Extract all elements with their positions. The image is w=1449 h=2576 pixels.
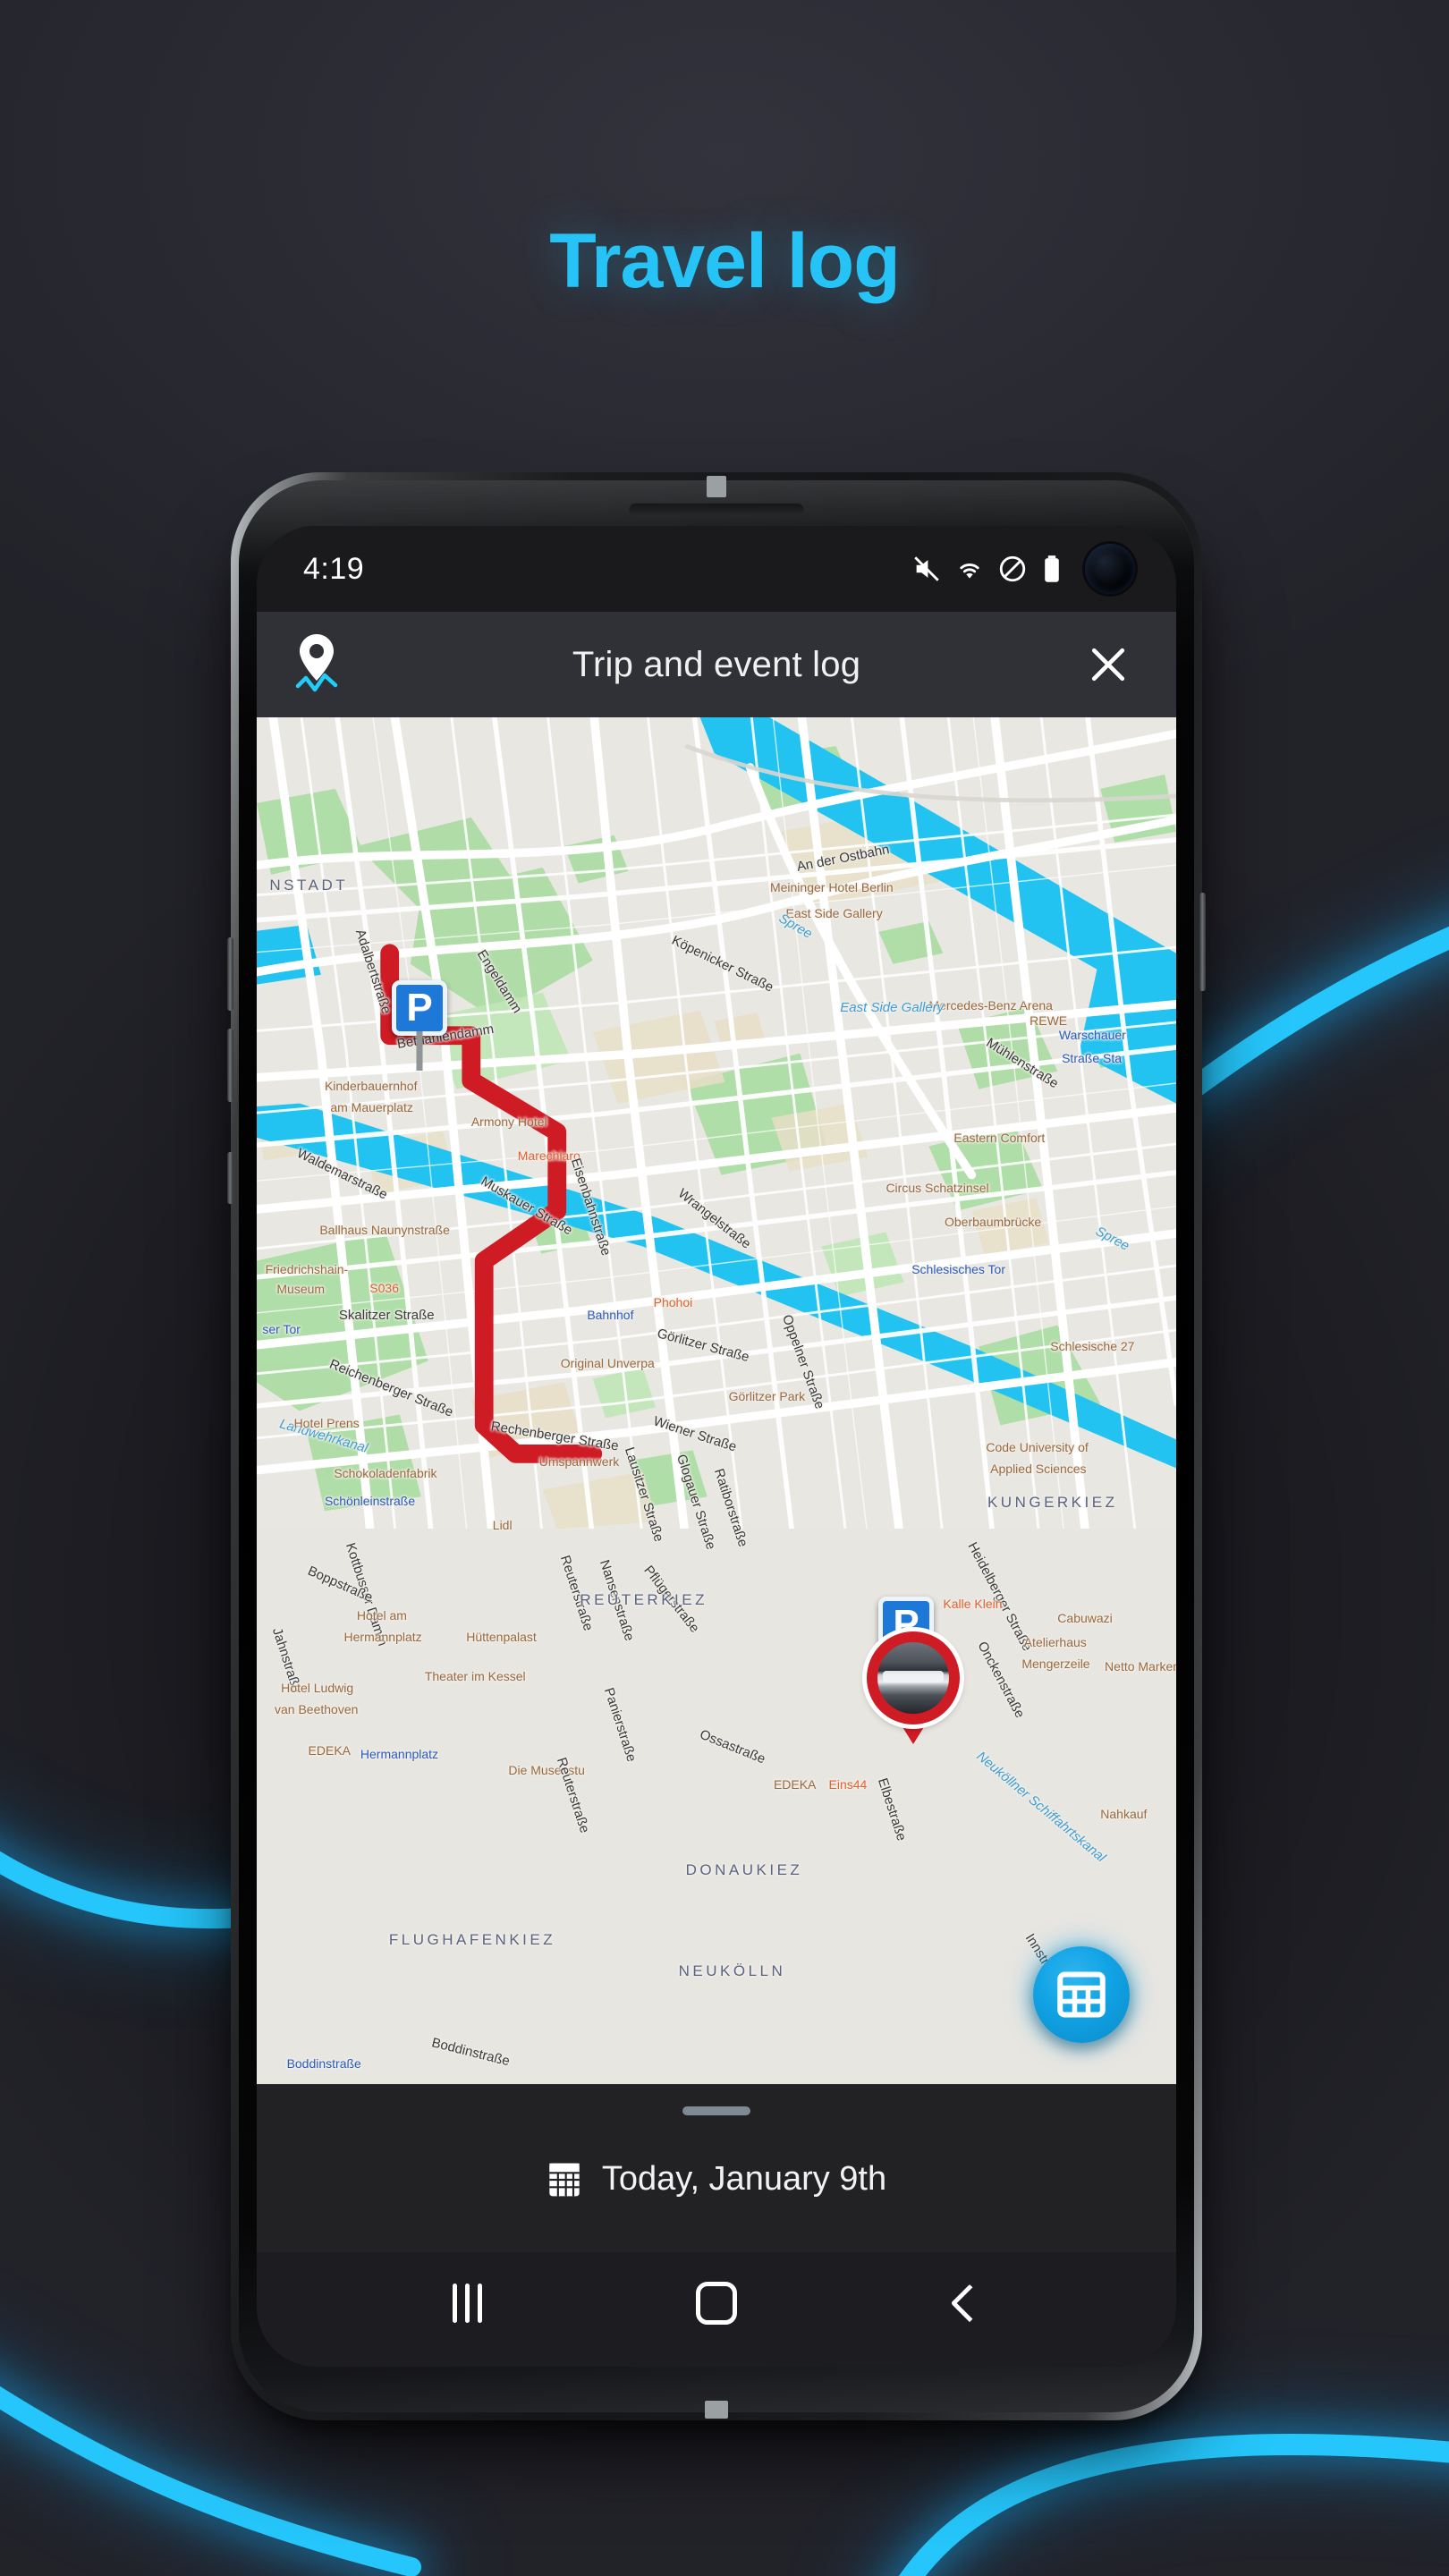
table-grid-icon xyxy=(1057,1971,1106,2018)
parking-marker-start[interactable]: P xyxy=(392,980,447,1036)
map-view[interactable]: NSTADT An der Ostbahn Meininger Hotel Berl… xyxy=(257,717,1176,2084)
vehicle-photo xyxy=(877,1642,949,1714)
phone-screen: 4:19 Trip and event log NSTADT An der Os… xyxy=(257,526,1176,2367)
back-button[interactable] xyxy=(923,2260,1009,2346)
bixby-button[interactable] xyxy=(227,1152,233,1204)
close-icon[interactable] xyxy=(1076,632,1140,697)
map-label: Ossastraße xyxy=(697,1726,767,1767)
map-label: Nansenstraße xyxy=(596,1558,637,1644)
bottom-sheet[interactable]: Today, January 9th xyxy=(257,2084,1176,2252)
map-label: Kalle Klein xyxy=(943,1596,1003,1611)
map-label: Panierstraße xyxy=(601,1685,640,1764)
volume-down-button[interactable] xyxy=(227,1029,233,1102)
map-label: Elbestraße xyxy=(875,1775,910,1843)
home-icon xyxy=(695,2282,737,2325)
map-label: DONAUKIEZ xyxy=(685,1860,803,1878)
map-label: Die Musenstu xyxy=(508,1762,585,1777)
map-label: Atelierhaus xyxy=(1023,1634,1087,1649)
map-label: REUTERKIEZ xyxy=(580,1591,708,1609)
map-label: van Beethoven xyxy=(274,1702,359,1717)
table-view-fab[interactable] xyxy=(1033,1946,1130,2043)
map-label: Mengerzeile xyxy=(1021,1657,1090,1672)
map-label: Hotel Ludwig xyxy=(281,1681,354,1695)
location-pin-route-icon xyxy=(287,631,346,699)
app-bar-title: Trip and event log xyxy=(572,644,861,684)
mute-icon xyxy=(914,556,939,581)
phone-top-antenna-nub xyxy=(707,476,726,497)
map-label: Cabuwazi xyxy=(1057,1610,1113,1625)
map-label: Theater im Kessel xyxy=(424,1668,526,1683)
map-label: Netto Marken- xyxy=(1105,1658,1176,1674)
phone-mockup: 4:19 Trip and event log NSTADT An der Os… xyxy=(227,472,1206,2420)
map-label: NEUKÖLLN xyxy=(678,1962,786,1980)
back-icon xyxy=(950,2284,988,2323)
earpiece-speaker xyxy=(629,503,804,516)
vehicle-location-marker[interactable] xyxy=(867,1631,960,1746)
power-button[interactable] xyxy=(1199,893,1206,991)
map-label: FLUGHAFENKIEZ xyxy=(388,1931,556,1949)
status-bar-clock: 4:19 xyxy=(303,551,365,586)
home-button[interactable] xyxy=(674,2260,759,2346)
map-label: Kottbusser Damm xyxy=(342,1541,391,1648)
selected-date-label: Today, January 9th xyxy=(601,2160,887,2198)
map-label: Heidelberger Straße xyxy=(964,1539,1036,1655)
map-label: EDEKA xyxy=(308,1743,352,1758)
map-label: Boddinstraße xyxy=(286,2056,361,2072)
recents-icon xyxy=(452,2284,482,2323)
map-label: Boddinstraße xyxy=(429,2035,512,2070)
map-label: Hermannplatz xyxy=(343,1630,422,1645)
map-label: Hüttenpalast xyxy=(466,1630,537,1645)
calendar-icon xyxy=(549,2163,580,2196)
phone-bottom-antenna-nub xyxy=(705,2401,728,2419)
app-bar: Trip and event log xyxy=(257,612,1176,717)
map-label: EDEKA xyxy=(773,1776,817,1792)
system-nav-bar xyxy=(257,2252,1176,2367)
map-label: Eins44 xyxy=(828,1776,868,1792)
bottom-sheet-drag-handle[interactable] xyxy=(682,2106,750,2115)
map-label: Jahnstraße xyxy=(269,1625,305,1695)
volume-up-button[interactable] xyxy=(227,937,233,1011)
map-label: Onckenstraße xyxy=(974,1639,1028,1721)
wifi-icon xyxy=(960,564,979,579)
map-canvas xyxy=(257,717,1176,1530)
map-label: Neuköllner Schiffahrtskanal xyxy=(973,1749,1109,1866)
page-title: Travel log xyxy=(549,218,901,304)
do-not-disturb-icon xyxy=(999,555,1026,582)
map-label: Boppstraße xyxy=(305,1563,376,1606)
recents-button[interactable] xyxy=(424,2260,510,2346)
map-label: Reuterstraße xyxy=(553,1755,592,1835)
map-label: Nahkauf xyxy=(1100,1807,1148,1822)
map-label: Hotel am xyxy=(356,1608,407,1623)
battery-icon xyxy=(1045,555,1059,582)
punch-hole-camera xyxy=(1085,544,1135,594)
map-label: Reuterstraße xyxy=(556,1553,596,1633)
status-bar: 4:19 xyxy=(257,526,1176,612)
map-label: Pflügerstraße xyxy=(640,1563,702,1637)
pin-head xyxy=(867,1631,960,1724)
date-selector[interactable]: Today, January 9th xyxy=(547,2160,886,2199)
map-label: Hermannplatz xyxy=(360,1747,439,1762)
